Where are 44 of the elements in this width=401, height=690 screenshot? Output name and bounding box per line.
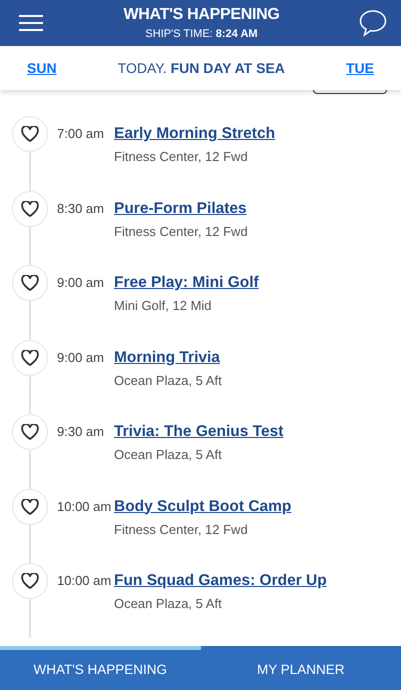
event-title[interactable]: Morning Trivia — [114, 340, 222, 376]
heart-icon — [21, 573, 39, 589]
event-title[interactable]: Fun Squad Games: Order Up — [114, 563, 327, 599]
favorite-button[interactable] — [12, 563, 48, 599]
heart-icon — [21, 498, 39, 514]
favorite-button[interactable] — [12, 265, 48, 301]
event-title[interactable]: Early Morning Stretch — [114, 116, 276, 152]
favorite-button[interactable] — [12, 340, 48, 376]
event-title[interactable]: Trivia: The Genius Test — [114, 414, 284, 450]
favorite-button[interactable] — [12, 488, 48, 524]
menu-icon — [18, 14, 44, 32]
heart-icon — [21, 126, 39, 142]
next-day-link[interactable]: TUE — [346, 58, 374, 78]
event-location: Fitness Center, 12 Fwd — [114, 150, 249, 164]
event-location: Ocean Plaza, 5 Aft — [114, 374, 222, 388]
heart-icon — [21, 350, 39, 366]
event-time: 10:00 am — [56, 572, 112, 590]
screen-title: WHAT'S HAPPENING — [123, 5, 280, 25]
ships-time: SHIP'S TIME: 8:24 AM — [145, 27, 258, 41]
event-time: 9:00 am — [56, 274, 105, 292]
favorite-button[interactable] — [12, 190, 48, 226]
event-time: 9:30 am — [56, 423, 105, 441]
previous-day-link[interactable]: SUN — [27, 58, 57, 78]
menu-button[interactable] — [18, 14, 44, 32]
event-location: Fitness Center, 12 Fwd — [114, 224, 248, 238]
event-location: Ocean Plaza, 5 Aft — [114, 597, 223, 611]
heart-icon — [21, 200, 39, 216]
heart-icon — [21, 424, 39, 440]
event-time: 10:00 am — [56, 498, 112, 516]
event-location: Fitness Center, 12 Fwd — [114, 522, 249, 536]
favorite-button[interactable] — [12, 116, 48, 152]
event-title[interactable]: Free Play: Mini Golf — [114, 265, 259, 301]
event-time: 8:30 am — [56, 200, 105, 218]
event-time: 9:00 am — [56, 348, 105, 366]
event-time: 7:00 am — [56, 125, 105, 143]
heart-icon — [21, 275, 39, 291]
event-title[interactable]: Body Sculpt Boot Camp — [114, 488, 292, 524]
chat-bubble-icon — [358, 9, 387, 37]
event-title[interactable]: Pure-Form Pilates — [114, 190, 248, 226]
current-day: TODAY. FUN DAY AT SEA — [118, 58, 285, 78]
favorite-button[interactable] — [12, 414, 48, 450]
event-location: Ocean Plaza, 5 Aft — [114, 448, 223, 462]
chat-button[interactable] — [358, 9, 387, 37]
event-location: Mini Golf, 12 Mid — [114, 299, 213, 313]
